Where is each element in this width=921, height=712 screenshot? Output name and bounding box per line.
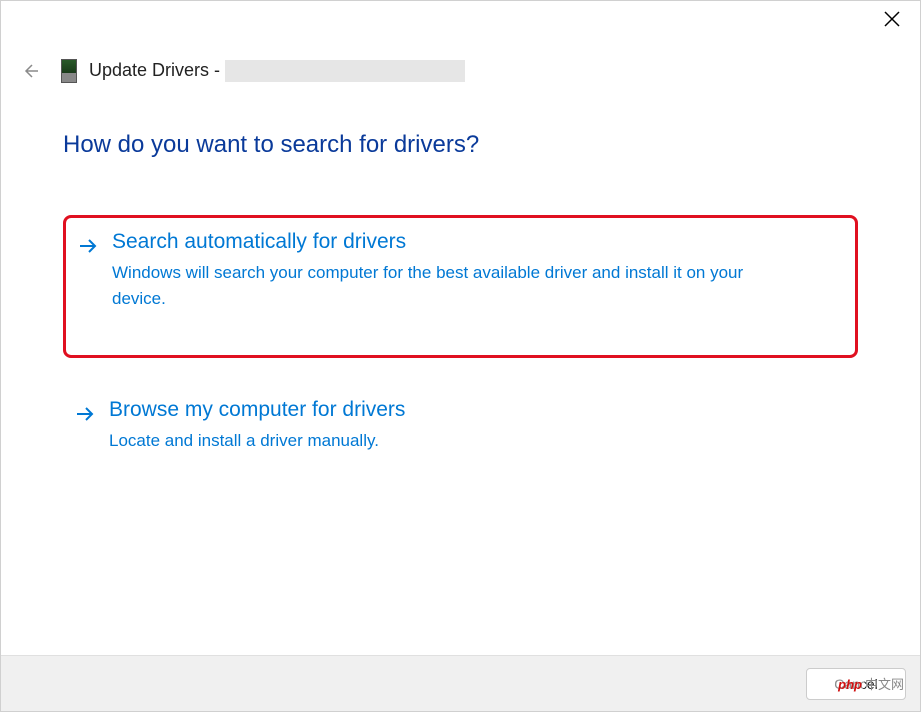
option-description: Locate and install a driver manually. — [109, 428, 749, 454]
device-name-redacted — [225, 60, 465, 82]
arrow-right-icon — [75, 404, 95, 424]
question-heading: How do you want to search for drivers? — [63, 131, 858, 159]
title-prefix: Update Drivers - — [89, 60, 225, 80]
back-arrow-icon[interactable] — [21, 62, 39, 80]
close-icon[interactable] — [882, 11, 902, 31]
option-text: Browse my computer for drivers Locate an… — [109, 398, 846, 454]
content-area: How do you want to search for drivers? S… — [63, 131, 858, 518]
option-title: Search automatically for drivers — [112, 230, 843, 254]
dialog-title: Update Drivers - — [89, 60, 465, 82]
arrow-right-icon — [78, 236, 98, 256]
footer-bar: Cancel — [1, 655, 920, 711]
cancel-button[interactable]: Cancel — [806, 668, 906, 700]
option-browse-computer[interactable]: Browse my computer for drivers Locate an… — [63, 386, 858, 490]
header-row: Update Drivers - — [21, 59, 465, 83]
option-description: Windows will search your computer for th… — [112, 260, 752, 311]
option-title: Browse my computer for drivers — [109, 398, 846, 422]
option-text: Search automatically for drivers Windows… — [112, 230, 843, 311]
option-search-automatically[interactable]: Search automatically for drivers Windows… — [63, 215, 858, 358]
device-icon — [61, 59, 77, 83]
